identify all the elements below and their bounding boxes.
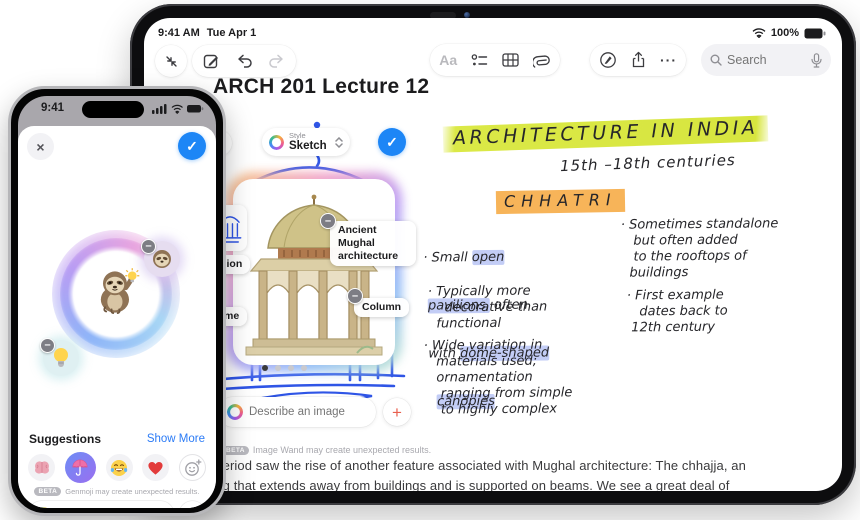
ipad-clock: 9:41 AM [158,27,200,39]
collapse-toolbar-button[interactable] [155,45,187,77]
describe-genmoji-field[interactable] [28,501,174,508]
intelligence-swirl-icon [227,404,243,420]
search-field[interactable] [701,44,831,76]
collapse-arrows-icon [165,55,177,67]
page-indicator[interactable] [262,365,307,371]
remove-tag-button[interactable]: – [320,213,336,229]
person-genmoji-button[interactable] [179,501,206,508]
umbrella-emoji-suggestion[interactable] [64,452,96,483]
ingredient-lightbulb-chip[interactable]: – [40,338,79,376]
genmoji-sheet: × ✓ – – Suggestions Show More BETA Genmo… [18,126,216,508]
remove-tag-button[interactable]: – [347,288,363,304]
table-button[interactable] [498,47,524,73]
pencil-markup-button[interactable] [595,47,621,73]
remove-ingredient-button[interactable]: – [40,338,55,353]
ipad-date: Tue Apr 1 [206,27,257,39]
note-body-line-2: ning that extends away from buildings an… [205,478,730,491]
handwritten-section-heading: CHHATRI [495,188,625,215]
bullet-materials: · Wide variation in materials used; orna… [423,337,573,418]
bullet-standalone: · Sometimes standalone but often added t… [620,216,779,281]
genmoji-close-button[interactable]: × [27,133,54,160]
remove-ingredient-button[interactable]: – [141,239,156,254]
describe-image-input[interactable] [249,406,359,418]
undo-button[interactable] [231,48,257,74]
checklist-button[interactable] [466,47,492,73]
ipad-status-bar: 9:41 AM Tue Apr 1 [158,27,256,39]
dynamic-island [82,101,144,118]
style-intelligence-icon [269,134,284,150]
compose-button[interactable] [199,48,225,74]
redo-button[interactable] [264,48,290,74]
genmoji-beta-note: BETA Genmoji may create unexpected resul… [18,487,216,496]
beta-badge: BETA [222,445,249,455]
image-wand-beta-note: BETA Image Wand may create unexpected re… [222,445,431,455]
sloth-lightbulb-genmoji [100,268,140,314]
laughing-emoji-suggestion[interactable] [105,454,133,481]
format-toolbar-group: Aa [430,44,560,76]
ingredient-sloth-chip[interactable]: – [141,239,180,277]
intelligence-swirl-icon [36,507,51,508]
style-value: Sketch [289,139,327,152]
suggestions-label: Suggestions [29,432,102,446]
attachment-button[interactable] [529,47,555,73]
beta-badge: BETA [34,487,62,496]
brain-emoji-suggestion[interactable] [28,454,55,481]
genmoji-accept-button[interactable]: ✓ [178,132,206,160]
handwritten-subheading: 15th –18th centuries [559,150,737,176]
share-button[interactable] [625,47,651,73]
sloth-icon [153,250,171,268]
show-more-link[interactable]: Show More [147,433,205,445]
style-picker[interactable]: Style Sketch [262,128,350,156]
image-wand-accept-button[interactable]: ✓ [378,128,406,156]
suggestion-emoji-row [28,452,206,483]
wifi-icon [752,28,766,38]
dictation-mic-icon[interactable] [811,52,822,68]
chevron-up-down-icon [335,136,343,148]
edit-toolbar-group [192,45,296,77]
add-emoji-suggestion[interactable] [179,454,206,481]
heart-emoji-suggestion[interactable] [142,454,170,481]
add-image-button[interactable]: + [383,398,411,426]
handwritten-heading: ARCHITECTURE IN INDIA [442,115,769,153]
text-format-button[interactable]: Aa [435,47,461,73]
search-input[interactable] [727,53,803,67]
add-emoji-icon [184,458,201,476]
describe-image-field[interactable] [218,397,376,427]
generated-image[interactable] [233,179,395,365]
iphone-screen: 9:41 × ✓ – – Suggestions Show More BETA … [18,96,216,508]
highlighted-word: open [471,249,505,266]
brain-icon [34,461,49,474]
battery-icon [804,28,826,38]
umbrella-icon [72,459,88,476]
person-icon [186,507,200,508]
ipad-device: 9:41 AM Tue Apr 1 100% Aa ··· Search ARC… [130,4,856,505]
note-body-line-1: s period saw the rise of another feature… [205,458,746,473]
bullet-first-example: · First example dates back to 12th centu… [626,287,728,336]
iphone-clock: 9:41 [41,102,65,114]
lightbulb-icon [54,348,68,367]
iphone-status-icons [152,104,204,114]
tag-ancient-mughal[interactable]: Ancient Mughal architecture [330,221,416,267]
chhatri-illustration [245,194,383,356]
search-icon [710,54,722,66]
battery-percent: 100% [770,27,799,39]
stage: 9:41 AM Tue Apr 1 100% Aa ··· Search ARC… [0,0,860,520]
heart-icon [148,461,163,475]
ipad-status-icons: 100% [752,27,826,39]
style-label: Style [289,131,306,140]
markup-toolbar-group: ··· [590,44,686,76]
note-title: ARCH 201 Lecture 12 [213,75,430,98]
ipad-screen: 9:41 AM Tue Apr 1 100% Aa ··· Search ARC… [144,18,842,491]
laughing-face-icon [110,459,128,476]
bullet-decorative: · Typically more decorative than functio… [427,283,548,332]
tag-column[interactable]: Column [354,298,410,318]
iphone-device: 9:41 × ✓ – – Suggestions Show More BETA … [8,86,226,516]
more-options-button[interactable]: ··· [656,47,682,73]
